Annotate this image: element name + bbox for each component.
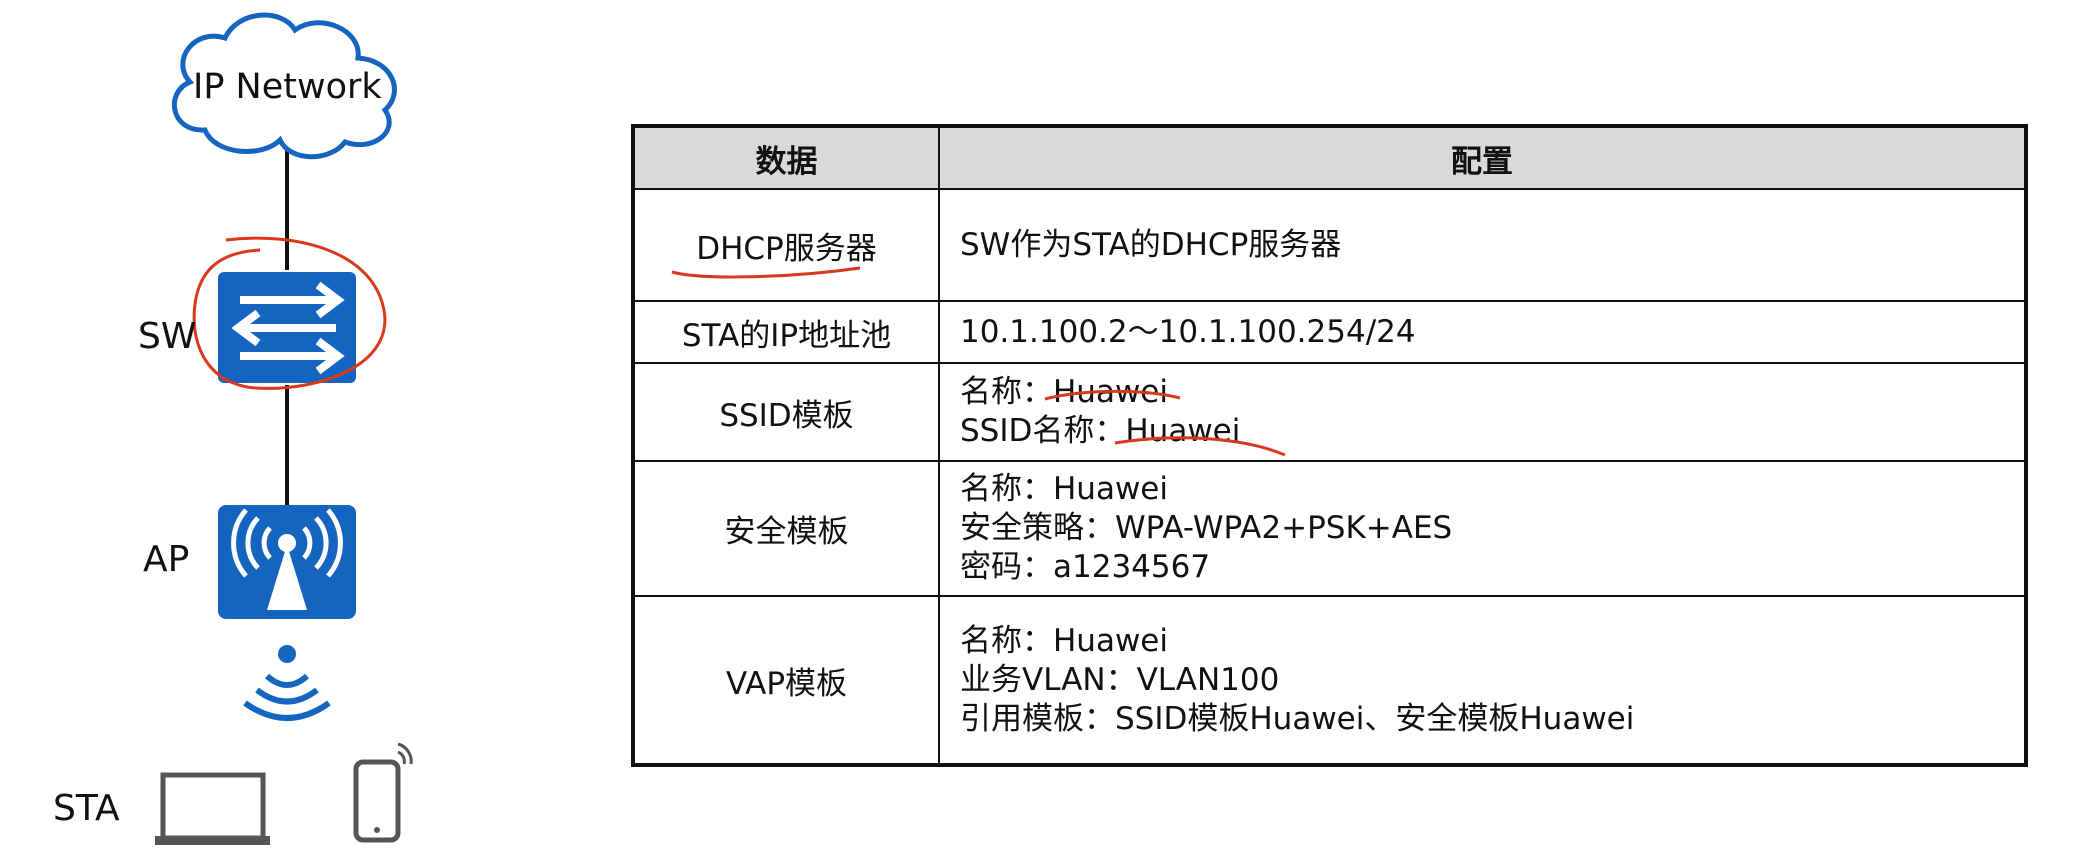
- row-name-vap-profile: VAP模板: [632, 595, 940, 766]
- laptop-icon: [155, 772, 270, 845]
- table-row: DHCP服务器 SW作为STA的DHCP服务器: [632, 188, 2027, 302]
- row-config-ip-pool: 10.1.100.2～10.1.100.254/24: [938, 300, 2027, 364]
- topology-graphic: [155, 12, 413, 845]
- config-line: 名称：Huawei: [960, 374, 1168, 410]
- ap-icon: [218, 505, 356, 619]
- config-line: 10.1.100.2～10.1.100.254/24: [960, 313, 1416, 350]
- config-line: 引用模板：SSID模板Huawei、安全模板Huawei: [960, 700, 1635, 737]
- header-data: 数据: [632, 125, 940, 190]
- config-line: 名称：Huawei: [960, 471, 1168, 507]
- row-name-dhcp-server: DHCP服务器: [632, 188, 940, 302]
- sta-label: STA: [53, 788, 120, 829]
- config-line: SW作为STA的DHCP服务器: [960, 226, 1342, 263]
- table-row: 安全模板 名称：Huawei 安全策略：WPA-WPA2+PSK+AES 密码：…: [632, 460, 2027, 597]
- configuration-table: 数据 配置 DHCP服务器 SW作为STA的DHCP服务器 STA的IP地址池 …: [631, 124, 2028, 767]
- table-row: VAP模板 名称：Huawei 业务VLAN：VLAN100 引用模板：SSID…: [632, 595, 2027, 766]
- table-row: SSID模板 名称：Huawei SSID名称：Huawei: [632, 362, 2027, 462]
- row-config-security-profile: 名称：Huawei 安全策略：WPA-WPA2+PSK+AES 密码：a1234…: [938, 460, 2027, 597]
- switch-icon: [218, 272, 356, 383]
- config-line: 密码：a1234567: [960, 549, 1211, 585]
- table-row: STA的IP地址池 10.1.100.2～10.1.100.254/24: [632, 300, 2027, 364]
- row-config-ssid-profile: 名称：Huawei SSID名称：Huawei: [938, 362, 2027, 462]
- config-line: 名称：Huawei: [960, 622, 1168, 659]
- row-name-ssid-profile: SSID模板: [632, 362, 940, 462]
- table-header-row: 数据 配置: [632, 125, 2027, 190]
- ap-label: AP: [143, 539, 190, 580]
- config-line: SSID名称：Huawei: [960, 413, 1241, 449]
- smartphone-icon: [353, 742, 413, 843]
- config-line: 业务VLAN：VLAN100: [960, 661, 1280, 698]
- row-config-vap-profile: 名称：Huawei 业务VLAN：VLAN100 引用模板：SSID模板Huaw…: [938, 595, 2027, 766]
- row-config-dhcp-server: SW作为STA的DHCP服务器: [938, 188, 2027, 302]
- wireless-signal-icon: [243, 645, 331, 721]
- config-line: 安全策略：WPA-WPA2+PSK+AES: [960, 510, 1453, 546]
- row-name-ip-pool: STA的IP地址池: [632, 300, 940, 364]
- header-config: 配置: [938, 125, 2027, 190]
- sw-label: SW: [138, 316, 197, 357]
- cloud-label: IP Network: [193, 67, 382, 107]
- row-name-security-profile: 安全模板: [632, 460, 940, 597]
- network-topology: IP Network SW AP STA: [0, 0, 600, 853]
